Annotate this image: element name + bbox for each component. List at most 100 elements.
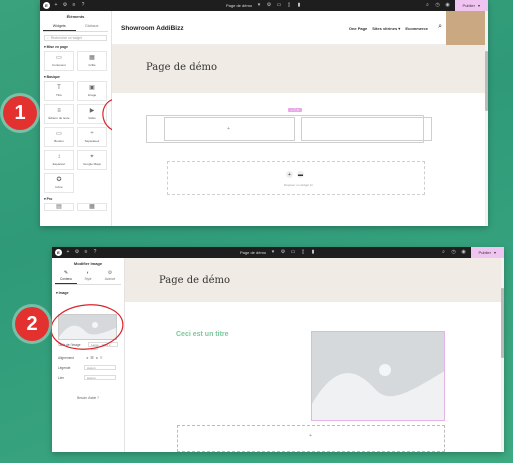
search-icon[interactable]: ⌕ — [441, 250, 447, 256]
scrollbar[interactable] — [485, 11, 488, 226]
publish-label: Publier — [478, 250, 491, 255]
align-center-icon[interactable]: ☰ — [90, 355, 94, 360]
add-section-icon[interactable]: + — [286, 171, 293, 178]
basic-widget-google-maps[interactable]: ⌖ Google Maps — [77, 150, 107, 170]
tab-widgets[interactable]: Widgets — [43, 22, 76, 31]
tab-advanced[interactable]: ⚙ Avancé — [99, 270, 121, 284]
posts-icon: ▤ — [56, 204, 62, 210]
tab-content-label: Contenu — [59, 277, 73, 281]
edit-image-panel: Modifier Image ✎ Contenu ◐ Style ⚙ Avancé ▾… — [52, 258, 125, 452]
section-handle[interactable]: + ⠿ ✕ — [288, 108, 302, 112]
pro-widget-posts[interactable]: ▤ — [44, 203, 74, 211]
nav-sites-vitrines[interactable]: Sites vitrines ▾ — [372, 26, 400, 31]
section-basic-heading[interactable]: ▾ Basique — [44, 75, 107, 79]
desktop-view-icon[interactable]: ▭ — [290, 250, 296, 256]
page-content: + ⠿ ✕ + + ▬ Déposer un widget ici — [112, 93, 488, 226]
align-justify-icon[interactable]: ≡ — [100, 355, 102, 360]
widget-search-input[interactable]: ⌕ Rechercher un widget — [44, 35, 107, 41]
section-image-label: Image — [58, 291, 69, 295]
caption-select[interactable]: Aucun — [84, 365, 116, 370]
structure-icon[interactable]: ≡ — [71, 3, 77, 9]
mobile-view-icon[interactable]: ▮ — [296, 3, 302, 9]
gallery-icon: ▦ — [89, 204, 95, 210]
link-select[interactable]: Aucun — [84, 375, 116, 380]
help-icon[interactable]: ? — [92, 250, 98, 256]
tab-advanced-label: Avancé — [104, 277, 116, 281]
basic-widget-spacer[interactable]: ↕ Espaceur — [44, 150, 74, 170]
help-link[interactable]: Besoin d'aide ? — [52, 396, 124, 400]
search-icon[interactable]: ⌕ — [438, 23, 442, 31]
drop-zone[interactable] — [167, 161, 425, 195]
align-right-icon[interactable]: ⫸ — [96, 355, 98, 360]
basic-widget-button[interactable]: ▭ Bouton — [44, 127, 74, 147]
section-pro-heading[interactable]: ▾ Pro — [44, 197, 107, 201]
page-title-label[interactable]: Page de démo — [226, 3, 252, 8]
preview-eye-icon[interactable]: ◉ — [445, 3, 451, 9]
add-widget-icon[interactable]: + — [227, 126, 230, 132]
mobile-view-icon[interactable]: ▮ — [310, 250, 316, 256]
search-icon[interactable]: ⌕ — [425, 3, 431, 9]
publish-button[interactable]: Publier ▾ — [454, 0, 488, 11]
tab-content[interactable]: ✎ Contenu — [55, 270, 77, 284]
widget-label: Séparateur — [84, 139, 100, 143]
add-widget-icon[interactable]: + — [309, 433, 312, 439]
settings-icon[interactable]: ⚙ — [74, 250, 80, 256]
widget-label: Google Maps — [83, 162, 101, 166]
history-icon[interactable]: ◷ — [435, 3, 441, 9]
pro-widget-gallery[interactable]: ▦ — [77, 203, 107, 211]
chevron-down-icon[interactable]: ▾ — [256, 3, 262, 9]
scroll-thumb[interactable] — [485, 51, 488, 111]
elementor-logo-icon[interactable]: E — [55, 249, 62, 256]
drop-zone-buttons: + ▬ — [286, 171, 304, 178]
template-folder-icon[interactable]: ▬ — [297, 171, 304, 178]
pencil-icon: ✎ — [63, 270, 69, 276]
column-right[interactable] — [301, 117, 432, 141]
tablet-view-icon[interactable]: ▯ — [300, 250, 306, 256]
scroll-thumb[interactable] — [501, 288, 504, 358]
page-settings-icon[interactable]: ⚙ — [266, 3, 272, 9]
history-icon[interactable]: ◷ — [451, 250, 457, 256]
chevron-down-icon[interactable]: ▾ — [270, 250, 276, 256]
add-element-icon[interactable]: + — [65, 250, 71, 256]
desktop-view-icon[interactable]: ▭ — [276, 3, 282, 9]
preview-eye-icon[interactable]: ◉ — [461, 250, 467, 256]
basic-widget-heading[interactable]: T Titre — [44, 81, 74, 101]
page-settings-icon[interactable]: ⚙ — [280, 250, 286, 256]
tab-style[interactable]: ◐ Style — [77, 270, 99, 284]
image-widget[interactable] — [311, 331, 445, 421]
widget-label: Conteneur — [51, 63, 66, 67]
section-pro-label: Pro — [46, 197, 53, 201]
grid-icon: ▦ — [89, 55, 95, 61]
section-layout-heading[interactable]: ▾ Mise en page — [44, 45, 107, 49]
help-icon[interactable]: ? — [80, 3, 86, 9]
basic-widget-icon-widget[interactable]: ✪ Icône — [44, 173, 74, 193]
search-placeholder: Rechercher un widget — [50, 36, 82, 40]
tablet-view-icon[interactable]: ▯ — [286, 3, 292, 9]
layout-widget-grid[interactable]: ▦ Grille — [77, 51, 107, 71]
elementor-logo-icon[interactable]: E — [43, 2, 50, 9]
hero-title: Page de démo — [159, 275, 231, 286]
chevron-down-icon: ▾ — [477, 3, 480, 8]
add-element-icon[interactable]: + — [53, 3, 59, 9]
nav-ecommerce[interactable]: Ecommerce — [405, 26, 428, 31]
page-title-label[interactable]: Page de démo — [240, 250, 266, 255]
field-link: Lien Aucun — [58, 375, 120, 380]
publish-button[interactable]: Publier ▾ — [470, 247, 504, 258]
step-marker-1: 1 — [3, 96, 37, 130]
heading-icon: T — [57, 85, 61, 91]
widget-label: Éditeur de texte — [48, 116, 70, 120]
image-placeholder-icon — [312, 332, 444, 420]
align-left-icon[interactable]: ⫷ — [86, 355, 88, 360]
basic-widget-text-editor[interactable]: ≡ Éditeur de texte — [44, 104, 74, 124]
tab-globals[interactable]: Globaux — [76, 22, 109, 31]
section-image-heading[interactable]: ▾ Image — [56, 291, 120, 295]
video-icon: ▶ — [89, 108, 95, 114]
field-link-label: Lien — [58, 376, 65, 380]
layout-widget-container[interactable]: ▭ Conteneur — [44, 51, 74, 71]
heading-widget[interactable]: Ceci est un titre — [176, 331, 229, 338]
nav-one-page[interactable]: One Page — [349, 26, 367, 31]
scrollbar[interactable] — [501, 258, 504, 452]
site-brand[interactable]: Showroom AddiBizz — [121, 25, 184, 32]
structure-icon[interactable]: ≡ — [83, 250, 89, 256]
settings-icon[interactable]: ⚙ — [62, 3, 68, 9]
